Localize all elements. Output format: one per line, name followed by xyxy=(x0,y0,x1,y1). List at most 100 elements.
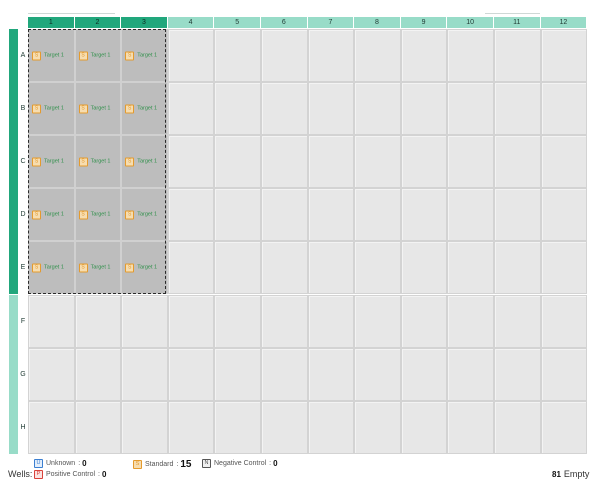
well-E3[interactable]: S Target 1 xyxy=(121,241,168,295)
well-B9[interactable] xyxy=(400,82,448,136)
well-H9[interactable] xyxy=(400,400,448,454)
well-D1[interactable]: S Target 1 xyxy=(28,188,75,242)
row-header-bar-G[interactable] xyxy=(9,347,18,401)
column-header-1[interactable]: 1 xyxy=(28,17,75,28)
well-A5[interactable] xyxy=(214,29,261,83)
well-B10[interactable] xyxy=(447,82,494,136)
well-C1[interactable]: S Target 1 xyxy=(28,135,75,189)
well-E5[interactable] xyxy=(214,241,261,295)
column-header-6[interactable]: 6 xyxy=(261,17,308,28)
well-G7[interactable] xyxy=(307,347,355,401)
column-header-5[interactable]: 5 xyxy=(214,17,261,28)
well-H1[interactable] xyxy=(28,400,75,454)
row-header-bar-D[interactable] xyxy=(9,188,18,242)
column-header-11[interactable]: 11 xyxy=(494,17,541,28)
column-header-8[interactable]: 8 xyxy=(354,17,401,28)
well-E12[interactable] xyxy=(540,241,588,295)
well-B6[interactable] xyxy=(261,82,308,136)
well-E10[interactable] xyxy=(447,241,494,295)
well-H12[interactable] xyxy=(540,400,588,454)
well-C6[interactable] xyxy=(261,135,308,189)
well-D6[interactable] xyxy=(261,188,308,242)
row-header-bar-E[interactable] xyxy=(9,241,18,295)
column-header-10[interactable]: 10 xyxy=(447,17,494,28)
well-H3[interactable] xyxy=(121,400,168,454)
row-header-G[interactable]: G xyxy=(18,348,28,401)
well-H4[interactable] xyxy=(167,400,215,454)
well-G6[interactable] xyxy=(261,347,308,401)
well-D7[interactable] xyxy=(307,188,355,242)
well-A4[interactable] xyxy=(167,29,215,83)
row-header-B[interactable]: B xyxy=(18,82,28,135)
well-G1[interactable] xyxy=(28,347,75,401)
well-B2[interactable]: S Target 1 xyxy=(74,82,122,136)
well-D11[interactable] xyxy=(494,188,541,242)
row-header-C[interactable]: C xyxy=(18,135,28,188)
well-F8[interactable] xyxy=(354,294,401,348)
well-H7[interactable] xyxy=(307,400,355,454)
well-H5[interactable] xyxy=(214,400,261,454)
well-C12[interactable] xyxy=(540,135,588,189)
column-header-9[interactable]: 9 xyxy=(400,17,448,28)
well-H2[interactable] xyxy=(74,400,122,454)
well-A9[interactable] xyxy=(400,29,448,83)
well-C8[interactable] xyxy=(354,135,401,189)
well-B1[interactable]: S Target 1 xyxy=(28,82,75,136)
row-header-A[interactable]: A xyxy=(18,29,28,82)
well-E2[interactable]: S Target 1 xyxy=(74,241,122,295)
well-F3[interactable] xyxy=(121,294,168,348)
well-E6[interactable] xyxy=(261,241,308,295)
well-D9[interactable] xyxy=(400,188,448,242)
well-E1[interactable]: S Target 1 xyxy=(28,241,75,295)
well-C3[interactable]: S Target 1 xyxy=(121,135,168,189)
well-A10[interactable] xyxy=(447,29,494,83)
well-F4[interactable] xyxy=(167,294,215,348)
well-H6[interactable] xyxy=(261,400,308,454)
column-header-3[interactable]: 3 xyxy=(121,17,168,28)
well-F9[interactable] xyxy=(400,294,448,348)
well-H8[interactable] xyxy=(354,400,401,454)
row-header-E[interactable]: E xyxy=(18,241,28,294)
well-E4[interactable] xyxy=(167,241,215,295)
well-A11[interactable] xyxy=(494,29,541,83)
well-C7[interactable] xyxy=(307,135,355,189)
well-F6[interactable] xyxy=(261,294,308,348)
well-G12[interactable] xyxy=(540,347,588,401)
well-G3[interactable] xyxy=(121,347,168,401)
row-header-D[interactable]: D xyxy=(18,188,28,241)
well-F10[interactable] xyxy=(447,294,494,348)
well-A8[interactable] xyxy=(354,29,401,83)
well-A3[interactable]: S Target 1 xyxy=(121,29,168,83)
well-D10[interactable] xyxy=(447,188,494,242)
well-B12[interactable] xyxy=(540,82,588,136)
well-G11[interactable] xyxy=(494,347,541,401)
well-A6[interactable] xyxy=(261,29,308,83)
well-C10[interactable] xyxy=(447,135,494,189)
well-E8[interactable] xyxy=(354,241,401,295)
column-header-12[interactable]: 12 xyxy=(540,17,588,28)
well-B3[interactable]: S Target 1 xyxy=(121,82,168,136)
well-D12[interactable] xyxy=(540,188,588,242)
well-B11[interactable] xyxy=(494,82,541,136)
row-header-bar-B[interactable] xyxy=(9,82,18,136)
row-header-H[interactable]: H xyxy=(18,401,28,454)
well-A2[interactable]: S Target 1 xyxy=(74,29,122,83)
well-C11[interactable] xyxy=(494,135,541,189)
well-C5[interactable] xyxy=(214,135,261,189)
well-F11[interactable] xyxy=(494,294,541,348)
well-B4[interactable] xyxy=(167,82,215,136)
well-E9[interactable] xyxy=(400,241,448,295)
row-header-F[interactable]: F xyxy=(18,295,28,348)
well-H11[interactable] xyxy=(494,400,541,454)
well-D3[interactable]: S Target 1 xyxy=(121,188,168,242)
well-A7[interactable] xyxy=(307,29,355,83)
column-header-2[interactable]: 2 xyxy=(74,17,122,28)
column-header-4[interactable]: 4 xyxy=(167,17,215,28)
well-G4[interactable] xyxy=(167,347,215,401)
well-D8[interactable] xyxy=(354,188,401,242)
well-G5[interactable] xyxy=(214,347,261,401)
well-F12[interactable] xyxy=(540,294,588,348)
well-A12[interactable] xyxy=(540,29,588,83)
well-C4[interactable] xyxy=(167,135,215,189)
well-B5[interactable] xyxy=(214,82,261,136)
